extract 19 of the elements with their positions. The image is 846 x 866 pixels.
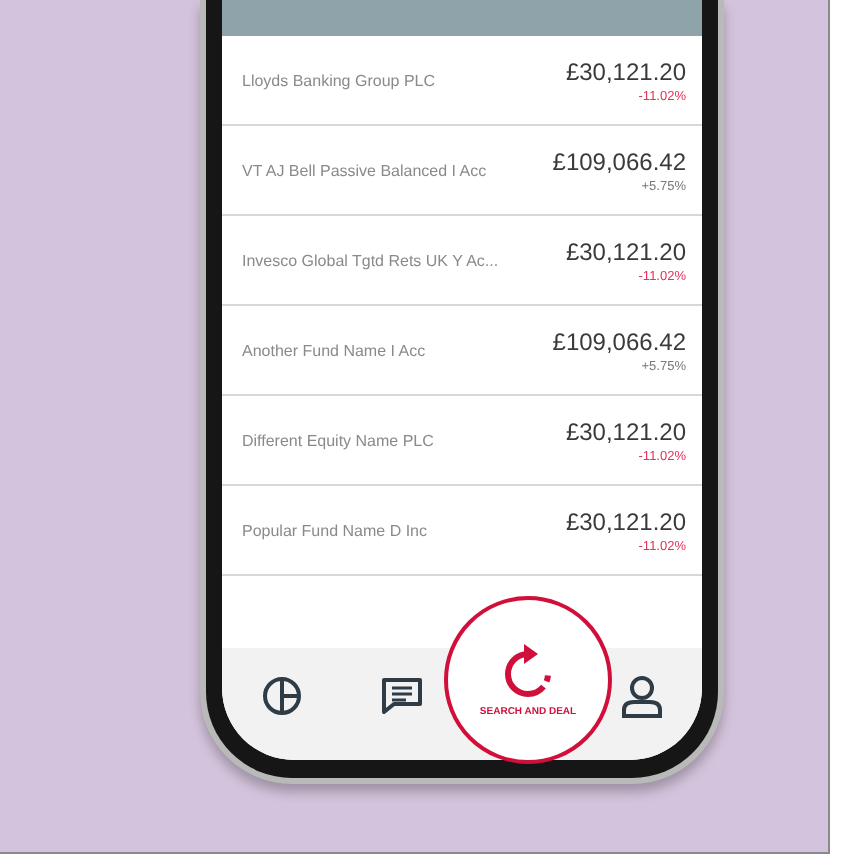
pie-chart-icon [262, 676, 302, 716]
fund-name: Lloyds Banking Group PLC [242, 71, 435, 89]
nav-tab[interactable] [376, 672, 428, 720]
fund-name: Another Fund Name I Acc [242, 341, 426, 359]
holding-value: £109,066.42 [552, 147, 686, 175]
refresh-icon [504, 642, 552, 698]
fund-name: Popular Fund Name D Inc [242, 521, 427, 539]
holding-value: £109,066.42 [552, 327, 686, 355]
fund-name: Invesco Global Tgtd Rets UK Y Ac... [242, 251, 499, 269]
fund-name: Different Equity Name PLC [242, 431, 434, 449]
fund-name: VT AJ Bell Passive Balanced I Acc [242, 161, 487, 179]
person-icon [620, 674, 664, 718]
holding-value: £30,121.20 [565, 57, 686, 85]
holding-value: £30,121.20 [565, 237, 686, 265]
holding-value: £30,121.20 [565, 507, 686, 535]
holding-value: £30,121.20 [565, 417, 686, 445]
nav-tab[interactable] [616, 670, 668, 722]
chat-icon [380, 676, 424, 716]
nav-tab[interactable] [258, 672, 306, 720]
